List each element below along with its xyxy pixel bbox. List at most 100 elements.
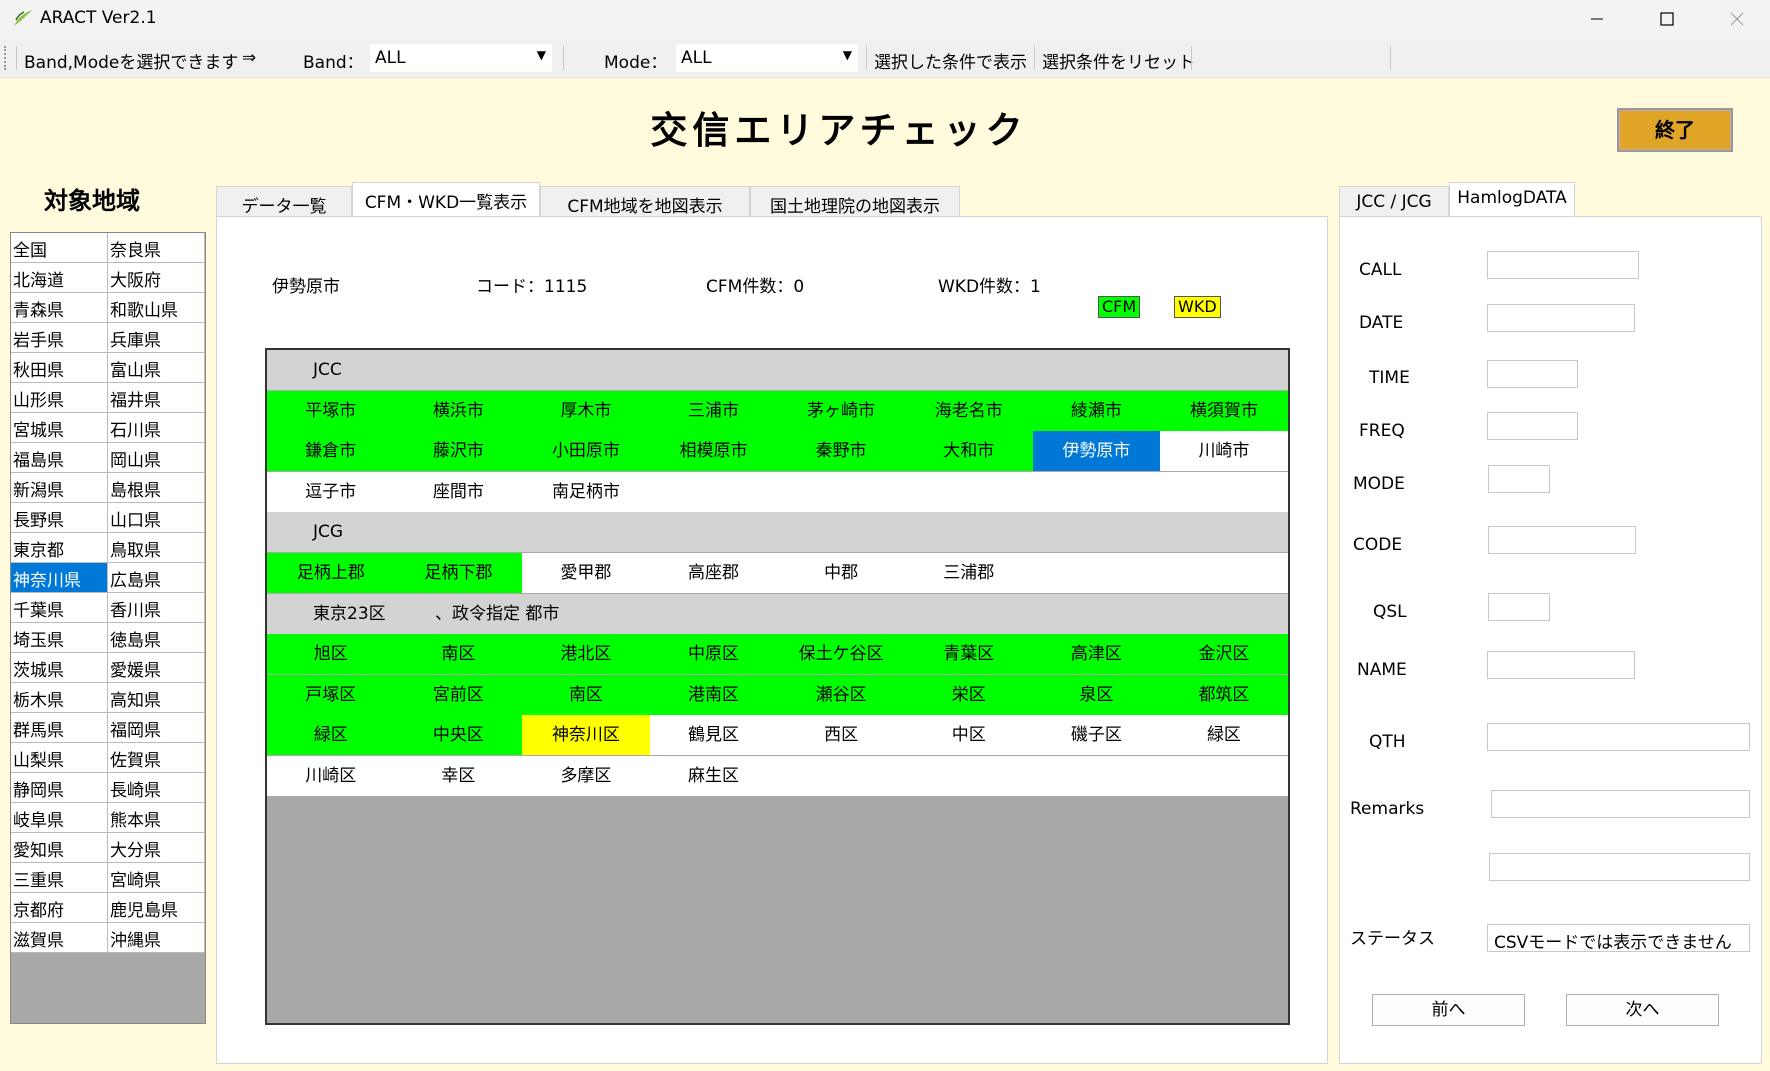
tab-gsi-map[interactable]: 国土地理院の地図表示 [750, 186, 960, 217]
toolbar-grip[interactable] [4, 46, 7, 70]
area-cell[interactable]: 青葉区 [905, 634, 1033, 675]
prefecture-item[interactable]: 大分県 [108, 833, 205, 863]
prefecture-item[interactable]: 広島県 [108, 563, 205, 593]
prefecture-item[interactable]: 神奈川県 [11, 563, 108, 593]
area-cell[interactable]: 大和市 [905, 431, 1033, 472]
prefecture-item[interactable]: 三重県 [11, 863, 108, 893]
area-cell[interactable]: 横浜市 [394, 390, 523, 431]
qth-field[interactable] [1487, 723, 1750, 751]
prefecture-item[interactable]: 愛媛県 [108, 653, 205, 683]
prefecture-item[interactable]: 島根県 [108, 473, 205, 503]
area-cell[interactable]: 高座郡 [650, 553, 778, 593]
remarks-field-1[interactable] [1491, 790, 1750, 818]
prefecture-item[interactable]: 宮城県 [11, 413, 108, 443]
area-cell[interactable]: 川崎区 [267, 756, 395, 796]
area-cell[interactable]: 港南区 [649, 674, 778, 715]
area-cell[interactable]: 鶴見区 [650, 715, 778, 755]
time-field[interactable] [1487, 360, 1578, 388]
area-cell[interactable]: 足柄下郡 [394, 553, 523, 593]
area-cell[interactable]: 旭区 [267, 634, 395, 675]
area-cell[interactable]: 逗子市 [267, 472, 395, 512]
prev-button[interactable]: 前へ [1372, 994, 1525, 1026]
tab-cfm-wkd-list[interactable]: CFM・WKD一覧表示 [352, 182, 540, 216]
area-cell[interactable]: 小田原市 [522, 431, 650, 472]
area-cell[interactable]: 高津区 [1032, 634, 1161, 675]
prefecture-item[interactable]: 山梨県 [11, 743, 108, 773]
area-cell[interactable]: 泉区 [1032, 674, 1161, 715]
prefecture-item[interactable]: 滋賀県 [11, 923, 108, 953]
area-cell[interactable]: 三浦郡 [905, 553, 1033, 593]
exit-button[interactable]: 終了 [1617, 108, 1733, 152]
area-cell[interactable]: 金沢区 [1160, 634, 1288, 675]
qsl-field[interactable] [1488, 593, 1550, 621]
area-cell[interactable]: 横須賀市 [1160, 390, 1288, 431]
prefecture-item[interactable]: 東京都 [11, 533, 108, 563]
area-cell[interactable]: 秦野市 [777, 431, 905, 472]
prefecture-item[interactable]: 山形県 [11, 383, 108, 413]
band-select[interactable]: ALL ▼ [370, 44, 552, 72]
tab-cfm-map[interactable]: CFM地域を地図表示 [540, 186, 750, 217]
show-selected-button[interactable]: 選択した条件で表示 [874, 48, 1027, 73]
prefecture-item[interactable]: 栃木県 [11, 683, 108, 713]
prefecture-item[interactable]: 秋田県 [11, 353, 108, 383]
prefecture-item[interactable]: 兵庫県 [108, 323, 205, 353]
prefecture-item[interactable]: 徳島県 [108, 623, 205, 653]
area-cell[interactable]: 瀬谷区 [777, 674, 905, 715]
code-field[interactable] [1488, 526, 1636, 554]
area-cell[interactable]: 港北区 [522, 634, 650, 675]
area-cell[interactable]: 伊勢原市 [1032, 431, 1161, 472]
tab-hamlog-data[interactable]: HamlogDATA [1449, 182, 1575, 216]
prefecture-item[interactable]: 群馬県 [11, 713, 108, 743]
area-cell[interactable]: 綾瀬市 [1032, 390, 1161, 431]
area-cell[interactable]: 宮前区 [394, 674, 523, 715]
next-button[interactable]: 次へ [1566, 994, 1719, 1026]
prefecture-item[interactable]: 岡山県 [108, 443, 205, 473]
prefecture-item[interactable]: 熊本県 [108, 803, 205, 833]
area-cell[interactable]: 中原区 [649, 634, 778, 675]
prefecture-item[interactable]: 茨城県 [11, 653, 108, 683]
area-cell[interactable]: 海老名市 [905, 390, 1033, 431]
area-cell[interactable]: 厚木市 [522, 390, 650, 431]
prefecture-item[interactable]: 岐阜県 [11, 803, 108, 833]
prefecture-item[interactable]: 北海道 [11, 263, 108, 293]
area-cell[interactable]: 西区 [777, 715, 905, 755]
mode-select[interactable]: ALL ▼ [676, 44, 858, 72]
area-cell[interactable]: 三浦市 [649, 390, 778, 431]
prefecture-item[interactable]: 青森県 [11, 293, 108, 323]
status-field[interactable]: CSVモードでは表示できません [1487, 924, 1750, 952]
reset-selection-button[interactable]: 選択条件をリセット [1042, 48, 1195, 73]
area-cell[interactable]: 茅ヶ崎市 [777, 390, 905, 431]
area-cell[interactable]: 栄区 [905, 674, 1033, 715]
prefecture-item[interactable]: 沖縄県 [108, 923, 205, 953]
area-cell[interactable]: 中央区 [394, 715, 523, 756]
prefecture-item[interactable]: 富山県 [108, 353, 205, 383]
prefecture-item[interactable]: 京都府 [11, 893, 108, 923]
area-cell[interactable]: 南区 [394, 634, 523, 675]
area-cell[interactable]: 多摩区 [522, 756, 650, 796]
prefecture-item[interactable]: 佐賀県 [108, 743, 205, 773]
area-cell[interactable]: 川崎市 [1160, 431, 1288, 471]
area-cell[interactable]: 神奈川区 [522, 715, 650, 756]
name-field[interactable] [1487, 651, 1635, 679]
maximize-button[interactable] [1644, 4, 1690, 34]
area-cell[interactable]: 中区 [905, 715, 1033, 755]
mode-field[interactable] [1488, 465, 1550, 493]
prefecture-item[interactable]: 新潟県 [11, 473, 108, 503]
area-cell[interactable]: 麻生区 [650, 756, 778, 796]
area-cell[interactable]: 南区 [522, 674, 650, 715]
prefecture-item[interactable]: 石川県 [108, 413, 205, 443]
prefecture-item[interactable]: 福島県 [11, 443, 108, 473]
tab-data-list[interactable]: データ一覧 [216, 186, 352, 217]
prefecture-item[interactable]: 全国 [11, 233, 108, 263]
area-cell[interactable]: 中郡 [777, 553, 905, 593]
area-cell[interactable]: 平塚市 [267, 390, 395, 431]
area-cell[interactable]: 緑区 [1160, 715, 1288, 755]
area-cell[interactable]: 都筑区 [1160, 674, 1288, 715]
prefecture-item[interactable]: 高知県 [108, 683, 205, 713]
prefecture-item[interactable]: 福岡県 [108, 713, 205, 743]
prefecture-item[interactable]: 鳥取県 [108, 533, 205, 563]
prefecture-item[interactable]: 奈良県 [108, 233, 205, 263]
prefecture-item[interactable]: 長野県 [11, 503, 108, 533]
prefecture-item[interactable]: 埼玉県 [11, 623, 108, 653]
minimize-button[interactable] [1574, 4, 1620, 34]
